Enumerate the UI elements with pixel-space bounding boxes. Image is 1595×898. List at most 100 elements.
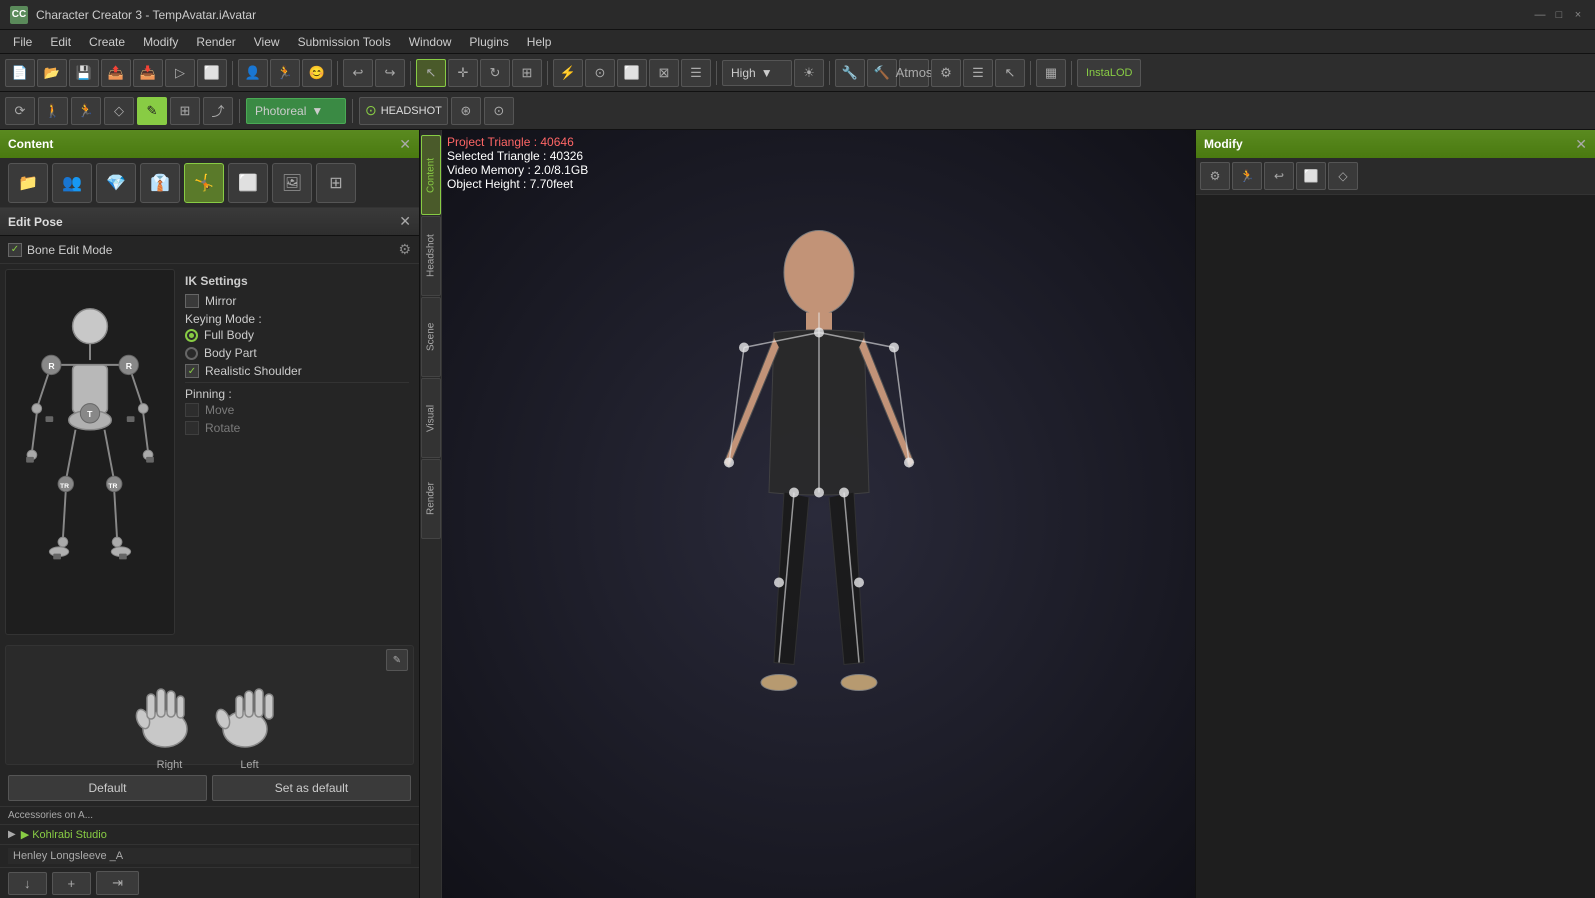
right-panel: Modify ✕ ⚙ 🏃 ↩ ⬜ ◇ — [1195, 130, 1595, 898]
character-btn[interactable]: 👤 — [238, 59, 268, 87]
body-part-label: Body Part — [204, 346, 257, 360]
bone-edit-mode-checkbox[interactable]: Bone Edit Mode — [8, 243, 112, 257]
tool2-btn[interactable]: 🔨 — [867, 59, 897, 87]
download-btn[interactable]: ↓ — [8, 872, 47, 895]
new-file-btn[interactable]: 📄 — [5, 59, 35, 87]
content-extra-btn[interactable]: ⊞ — [316, 163, 356, 203]
realistic-shoulder-checkbox[interactable] — [185, 364, 199, 378]
import-btn[interactable]: 📥 — [133, 59, 163, 87]
modify-close-btn[interactable]: ✕ — [1575, 136, 1587, 153]
redo-btn[interactable]: ↪ — [375, 59, 405, 87]
instal-od-btn[interactable]: InstaLOD — [1077, 59, 1141, 87]
default-btn[interactable]: Default — [8, 775, 207, 801]
bone-edit-checkbox-box[interactable] — [8, 243, 22, 257]
export-btn[interactable]: 📤 — [101, 59, 131, 87]
snap-btn[interactable]: ⊠ — [649, 59, 679, 87]
main-area: Content ✕ 📁 👥 💎 👔 🤸 ⬜ 🖼 ⊞ Edit Pose ✕ Bo… — [0, 130, 1595, 898]
mirror-checkbox[interactable] — [185, 294, 199, 308]
menu-create[interactable]: Create — [81, 33, 133, 51]
pose-mode-btn[interactable]: 🏃 — [71, 97, 101, 125]
maximize-button[interactable]: □ — [1552, 8, 1566, 22]
atmos-btn[interactable]: Atmos — [899, 59, 929, 87]
menu-view[interactable]: View — [246, 33, 288, 51]
morph-btn[interactable]: ◇ — [104, 97, 134, 125]
content-people-btn[interactable]: 👥 — [52, 163, 92, 203]
tab-content[interactable]: Content — [421, 135, 441, 215]
transform-btn[interactable]: ⊞ — [170, 97, 200, 125]
body-part-radio[interactable] — [185, 347, 198, 360]
set-as-default-btn[interactable]: Set as default — [212, 775, 411, 801]
cursor-btn[interactable]: ↖ — [995, 59, 1025, 87]
menu-plugins[interactable]: Plugins — [461, 33, 516, 51]
menu-submission-tools[interactable]: Submission Tools — [290, 33, 399, 51]
undo-btn[interactable]: ↩ — [343, 59, 373, 87]
merge-btn[interactable]: ⇥ — [96, 871, 139, 895]
scale-btn[interactable]: ⊞ — [512, 59, 542, 87]
menu-edit[interactable]: Edit — [42, 33, 79, 51]
lighting-btn[interactable]: ☀ — [794, 59, 824, 87]
align-btn[interactable]: ☰ — [681, 59, 711, 87]
content-folder-btn[interactable]: 📁 — [8, 163, 48, 203]
content-gallery-btn[interactable]: 🖼 — [272, 163, 312, 203]
grid-btn[interactable]: ▦ — [1036, 59, 1066, 87]
scene-btn[interactable]: ⬜ — [617, 59, 647, 87]
tab-visual[interactable]: Visual — [421, 378, 441, 458]
rotate-btn[interactable]: ↻ — [480, 59, 510, 87]
body-part-row[interactable]: Body Part — [185, 346, 409, 360]
content-pose-btn[interactable]: 🤸 — [184, 163, 224, 203]
close-button[interactable]: × — [1571, 8, 1585, 22]
settings-btn[interactable]: ☰ — [963, 59, 993, 87]
full-body-row[interactable]: Full Body — [185, 328, 409, 342]
face-btn[interactable]: 😊 — [302, 59, 332, 87]
content-clothing-btn[interactable]: 👔 — [140, 163, 180, 203]
menu-file[interactable]: File — [5, 33, 40, 51]
bone-settings-btn[interactable]: ⚙ — [398, 241, 411, 258]
tab-headshot[interactable]: Headshot — [421, 216, 441, 296]
select-btn[interactable]: ↖ — [416, 59, 446, 87]
tab-scene[interactable]: Scene — [421, 297, 441, 377]
headshot-settings-btn[interactable]: ⊛ — [451, 97, 481, 125]
minimize-button[interactable]: — — [1533, 8, 1547, 22]
screenshot-btn[interactable]: ⬜ — [197, 59, 227, 87]
conform-btn[interactable]: ⤴ — [203, 97, 233, 125]
move-btn[interactable]: ✛ — [448, 59, 478, 87]
modify-tab-4[interactable]: ⬜ — [1296, 162, 1326, 190]
menu-modify[interactable]: Modify — [135, 33, 186, 51]
modify-tab-3[interactable]: ↩ — [1264, 162, 1294, 190]
tab-render[interactable]: Render — [421, 459, 441, 539]
edit-pose-close[interactable]: ✕ — [399, 213, 411, 230]
viewport[interactable]: Project Triangle : 40646 Selected Triang… — [442, 130, 1195, 898]
menu-render[interactable]: Render — [188, 33, 243, 51]
bone-btn[interactable]: ⚡ — [553, 59, 583, 87]
tool3-btn[interactable]: ⚙ — [931, 59, 961, 87]
side-tabs: Content Headshot Scene Visual Render — [420, 130, 442, 898]
footer-item-row: Henley Longsleeve _A — [0, 844, 419, 867]
tool1-btn[interactable]: 🔧 — [835, 59, 865, 87]
save-btn[interactable]: 💾 — [69, 59, 99, 87]
rotate-pin-row: Rotate — [185, 421, 409, 435]
menu-help[interactable]: Help — [519, 33, 560, 51]
content-accessories-btn[interactable]: 💎 — [96, 163, 136, 203]
add-btn[interactable]: + — [52, 872, 92, 895]
hands-edit-btn[interactable]: ✎ — [386, 649, 408, 671]
full-body-radio[interactable] — [185, 329, 198, 342]
edit-btn[interactable]: ✎ — [137, 97, 167, 125]
selected-triangle-stat: Selected Triangle : 40326 — [447, 149, 588, 163]
menu-window[interactable]: Window — [401, 33, 460, 51]
modify-tab-2[interactable]: 🏃 — [1232, 162, 1262, 190]
modify-tab-5[interactable]: ◇ — [1328, 162, 1358, 190]
headshot-extra-btn[interactable]: ⊙ — [484, 97, 514, 125]
rotate-mode-btn[interactable]: ⟳ — [5, 97, 35, 125]
modify-tab-1[interactable]: ⚙ — [1200, 162, 1230, 190]
walk-btn[interactable]: 🚶 — [38, 97, 68, 125]
headshot-btn[interactable]: ⊙ HEADSHOT — [359, 97, 448, 125]
quality-dropdown[interactable]: High ▼ — [722, 60, 792, 86]
content-close-btn[interactable]: ✕ — [399, 136, 411, 153]
studio-label[interactable]: ▶ Kohlrabi Studio — [21, 828, 107, 841]
photoreal-dropdown[interactable]: Photoreal ▼ — [246, 98, 346, 124]
motion-btn[interactable]: 🏃 — [270, 59, 300, 87]
render-preview-btn[interactable]: ▷ — [165, 59, 195, 87]
mesh-btn[interactable]: ⊙ — [585, 59, 615, 87]
open-file-btn[interactable]: 📂 — [37, 59, 67, 87]
content-scene-btn[interactable]: ⬜ — [228, 163, 268, 203]
